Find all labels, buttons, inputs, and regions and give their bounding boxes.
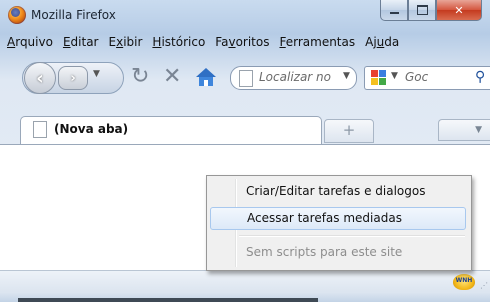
status-bar: WNH ⋰ (0, 270, 490, 293)
close-icon: ✕ (454, 3, 464, 17)
menu-exibir[interactable]: Exibir (104, 32, 148, 54)
search-magnifier-icon[interactable]: ⚲ (475, 69, 485, 85)
engine-icon-green (379, 78, 386, 85)
window-title: Mozilla Firefox (31, 8, 116, 22)
plus-icon: + (342, 121, 356, 139)
stop-icon[interactable]: ✕ (163, 64, 181, 89)
engine-icon-yellow (371, 78, 378, 85)
search-input-placeholder[interactable]: Goc (405, 70, 428, 84)
home-icon[interactable] (196, 68, 216, 86)
tab-strip: (Nova aba) + ▼ (0, 116, 490, 144)
menu-bar: Arquivo Editar Exibir Histórico Favorito… (2, 32, 404, 54)
window-caption-buttons: ✕ (380, 0, 482, 22)
engine-icon-red (371, 70, 378, 77)
tab-new-tab[interactable]: (Nova aba) (20, 116, 322, 144)
window-bottom-frame (0, 292, 490, 302)
menu-item-acessar-tarefas[interactable]: Acessar tarefas mediadas (210, 207, 466, 230)
home-roof (196, 68, 216, 77)
minimize-button[interactable] (380, 0, 408, 21)
menu-item-criar-editar-tarefas[interactable]: Criar/Editar tarefas e dialogos (210, 180, 466, 203)
back-button[interactable]: ‹ (24, 62, 56, 94)
back-arrow-icon: ‹ (36, 67, 44, 89)
search-bar[interactable]: ▼ Goc ⚲ (364, 66, 490, 90)
google-engine-icon[interactable] (371, 70, 387, 86)
navigation-toolbar: ‹ › ▼ ↻ ✕ Localizar no ▼ ▼ Goc ⚲ (0, 56, 490, 98)
menu-ferramentas[interactable]: Ferramentas (274, 32, 360, 54)
close-button[interactable]: ✕ (436, 0, 482, 21)
wnh-icon-label: WNH (455, 277, 473, 284)
address-input-placeholder[interactable]: Localizar no (259, 70, 331, 84)
history-dropdown-icon[interactable]: ▼ (93, 69, 100, 79)
menu-editar[interactable]: Editar (58, 32, 104, 54)
context-menu-separator (239, 235, 465, 237)
wnh-addon-icon[interactable]: WNH (453, 274, 475, 290)
menu-arquivo[interactable]: Arquivo (2, 32, 58, 54)
minimize-icon (389, 12, 399, 14)
context-menu: Criar/Editar tarefas e dialogos Acessar … (206, 175, 472, 271)
page-icon (239, 70, 253, 87)
menu-item-sem-scripts: Sem scripts para este site (246, 245, 403, 259)
new-tab-button[interactable]: + (324, 119, 374, 143)
menu-ajuda[interactable]: Ajuda (360, 32, 404, 54)
title-bar: Mozilla Firefox ✕ (0, 0, 490, 30)
tab-label: (Nova aba) (54, 122, 129, 136)
maximize-icon (416, 5, 428, 15)
reload-icon[interactable]: ↻ (131, 64, 149, 89)
resize-grip-icon[interactable]: ⋰ (480, 281, 488, 290)
tab-page-icon (33, 121, 47, 138)
engine-dropdown-icon[interactable]: ▼ (391, 71, 398, 81)
forward-button[interactable]: › (58, 66, 88, 90)
address-dropdown-icon[interactable]: ▼ (343, 71, 350, 81)
firefox-logo-icon[interactable] (8, 6, 26, 24)
menu-historico[interactable]: Histórico (147, 32, 210, 54)
maximize-button[interactable] (408, 0, 436, 21)
engine-icon-blue (379, 70, 386, 77)
home-door (204, 80, 208, 86)
list-all-tabs-button[interactable]: ▼ (438, 119, 490, 141)
forward-arrow-icon: › (70, 70, 76, 86)
menu-favoritos[interactable]: Favoritos (210, 32, 274, 54)
address-bar[interactable]: Localizar no ▼ (230, 66, 357, 90)
browser-window: Mozilla Firefox ✕ Arquivo Editar Exibir … (0, 0, 490, 302)
chevron-down-icon: ▼ (475, 125, 482, 135)
